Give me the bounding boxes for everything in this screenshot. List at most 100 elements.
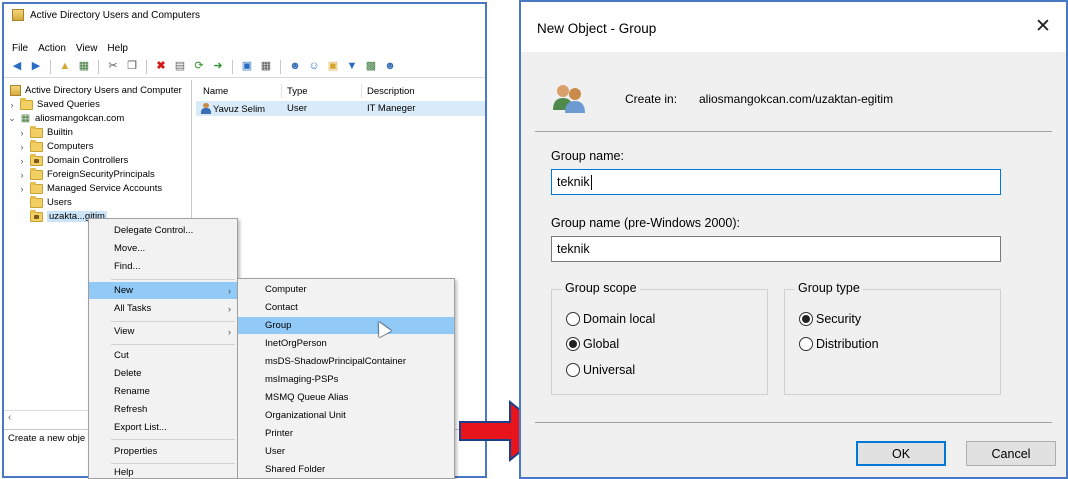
menu-item-label: Delete bbox=[114, 368, 142, 379]
menu-item-delete[interactable]: Delete bbox=[89, 365, 237, 382]
menu-item-delegate-control[interactable]: Delegate Control... bbox=[89, 222, 237, 239]
view-icon[interactable]: ▦ bbox=[259, 60, 273, 74]
radio-domain-local[interactable]: Domain local bbox=[566, 312, 655, 326]
users-icon[interactable]: ☻ bbox=[383, 60, 397, 74]
submenu-item-shared-folder[interactable]: Shared Folder bbox=[238, 461, 454, 478]
menu-item-label: Move... bbox=[114, 243, 146, 254]
radio-button-selected[interactable] bbox=[799, 312, 813, 326]
tree-item-foreign-security-principals[interactable]: › ForeignSecurityPrincipals bbox=[18, 167, 155, 181]
chevron-right-icon[interactable]: › bbox=[18, 128, 26, 138]
radio-global[interactable]: Global bbox=[566, 337, 619, 351]
tree-item-computers[interactable]: › Computers bbox=[18, 139, 93, 153]
add-to-group-icon[interactable]: ▩ bbox=[364, 60, 378, 74]
column-divider[interactable] bbox=[281, 84, 282, 98]
submenu-item-computer[interactable]: Computer bbox=[238, 281, 454, 298]
menu-file[interactable]: File bbox=[12, 43, 28, 54]
properties-icon[interactable]: ▤ bbox=[173, 60, 187, 74]
submenu-item-group[interactable]: Group bbox=[238, 317, 454, 334]
menu-item-label: msImaging-PSPs bbox=[265, 374, 339, 385]
tree-item-saved-queries[interactable]: › Saved Queries bbox=[8, 97, 100, 111]
forward-arrow-icon[interactable]: ▶ bbox=[29, 60, 43, 74]
column-header-description[interactable]: Description bbox=[367, 86, 415, 97]
menu-item-label: All Tasks bbox=[114, 303, 152, 314]
submenu-item-inetorgperson[interactable]: InetOrgPerson bbox=[238, 335, 454, 352]
menu-item-label: Printer bbox=[265, 428, 293, 439]
cut-icon[interactable]: ✂ bbox=[106, 60, 120, 74]
chevron-right-icon[interactable]: › bbox=[18, 170, 26, 180]
chevron-right-icon[interactable]: › bbox=[18, 142, 26, 152]
chevron-right-icon[interactable]: › bbox=[18, 156, 26, 166]
menu-item-label: Contact bbox=[265, 302, 298, 313]
submenu-item-printer[interactable]: Printer bbox=[238, 425, 454, 442]
group-name-pre2000-input[interactable]: teknik bbox=[551, 236, 1001, 262]
radio-distribution[interactable]: Distribution bbox=[799, 337, 879, 351]
submenu-item-organizational-unit[interactable]: Organizational Unit bbox=[238, 407, 454, 424]
submenu-item-msds-shadowprincipalcontainer[interactable]: msDS-ShadowPrincipalContainer bbox=[238, 353, 454, 370]
chevron-right-icon[interactable]: › bbox=[8, 100, 16, 110]
menu-item-cut[interactable]: Cut bbox=[89, 347, 237, 364]
tree-item-label: Saved Queries bbox=[37, 99, 100, 110]
tree-root[interactable]: Active Directory Users and Computer bbox=[10, 84, 182, 97]
menu-item-move[interactable]: Move... bbox=[89, 240, 237, 257]
column-divider[interactable] bbox=[361, 84, 362, 98]
tree-item-managed-service-accounts[interactable]: › Managed Service Accounts bbox=[18, 181, 162, 195]
cancel-button[interactable]: Cancel bbox=[966, 441, 1056, 466]
menu-help[interactable]: Help bbox=[107, 43, 128, 54]
radio-security[interactable]: Security bbox=[799, 312, 861, 326]
menu-item-refresh[interactable]: Refresh bbox=[89, 401, 237, 418]
menu-item-label: Cut bbox=[114, 350, 129, 361]
copy-icon[interactable]: ❐ bbox=[125, 60, 139, 74]
menu-item-all-tasks[interactable]: All Tasks › bbox=[89, 300, 237, 317]
ok-button[interactable]: OK bbox=[856, 441, 946, 466]
back-arrow-icon[interactable]: ◀ bbox=[10, 60, 24, 74]
menu-item-help[interactable]: Help bbox=[89, 464, 237, 479]
column-header-type[interactable]: Type bbox=[287, 86, 308, 97]
submenu-item-msimaging-psps[interactable]: msImaging-PSPs bbox=[238, 371, 454, 388]
radio-button[interactable] bbox=[566, 312, 580, 326]
radio-button[interactable] bbox=[566, 363, 580, 377]
column-header-name[interactable]: Name bbox=[203, 86, 228, 97]
chevron-right-icon[interactable]: › bbox=[18, 184, 26, 194]
up-folder-icon[interactable]: ▲ bbox=[58, 60, 72, 74]
filter-icon[interactable]: ▼ bbox=[345, 60, 359, 74]
dialog-titlebar: New Object - Group ✕ bbox=[521, 2, 1066, 52]
menu-item-properties[interactable]: Properties bbox=[89, 443, 237, 460]
tree-item-domain[interactable]: ⌄ ▦ aliosmangokcan.com bbox=[8, 112, 124, 125]
radio-button[interactable] bbox=[799, 337, 813, 351]
radio-universal[interactable]: Universal bbox=[566, 363, 635, 377]
toolbar-separator bbox=[98, 59, 99, 74]
menu-view[interactable]: View bbox=[76, 43, 98, 54]
cell-type: User bbox=[287, 103, 308, 114]
help-icon[interactable]: ▣ bbox=[240, 60, 254, 74]
menu-item-rename[interactable]: Rename bbox=[89, 383, 237, 400]
menu-item-label: Shared Folder bbox=[265, 464, 326, 475]
radio-button-selected[interactable] bbox=[566, 337, 580, 351]
menu-item-find[interactable]: Find... bbox=[89, 258, 237, 275]
dialog-title: New Object - Group bbox=[537, 21, 657, 36]
menu-item-new[interactable]: New › bbox=[89, 282, 237, 299]
menu-action[interactable]: Action bbox=[38, 43, 66, 54]
chevron-down-icon[interactable]: ⌄ bbox=[8, 113, 16, 124]
menu-item-view[interactable]: View › bbox=[89, 323, 237, 340]
delete-icon[interactable]: ✖ bbox=[154, 60, 168, 74]
new-ou-icon[interactable]: ▣ bbox=[326, 60, 340, 74]
group-name-input[interactable]: teknik bbox=[551, 169, 1001, 195]
submenu-item-contact[interactable]: Contact bbox=[238, 299, 454, 316]
submenu-arrow-icon: › bbox=[228, 326, 231, 337]
ou-folder-icon bbox=[30, 153, 43, 166]
scroll-left-icon[interactable]: ‹ bbox=[8, 412, 11, 423]
new-group-icon[interactable]: ☺ bbox=[307, 60, 321, 74]
show-tree-icon[interactable]: ▦ bbox=[77, 60, 91, 74]
refresh-icon[interactable]: ⟳ bbox=[192, 60, 206, 74]
close-icon[interactable]: ✕ bbox=[1032, 16, 1054, 38]
export-icon[interactable]: ➜ bbox=[211, 60, 225, 74]
tree-item-builtin[interactable]: › Builtin bbox=[18, 125, 73, 139]
tree-item-domain-controllers[interactable]: › Domain Controllers bbox=[18, 153, 128, 167]
menu-item-export-list[interactable]: Export List... bbox=[89, 419, 237, 436]
submenu-item-msmq-queue-alias[interactable]: MSMQ Queue Alias bbox=[238, 389, 454, 406]
submenu-item-user[interactable]: User bbox=[238, 443, 454, 460]
folder-icon bbox=[30, 139, 43, 152]
tree-item-users[interactable]: Users bbox=[18, 195, 72, 209]
user-icon bbox=[201, 103, 211, 114]
new-user-icon[interactable]: ☻ bbox=[288, 60, 302, 74]
